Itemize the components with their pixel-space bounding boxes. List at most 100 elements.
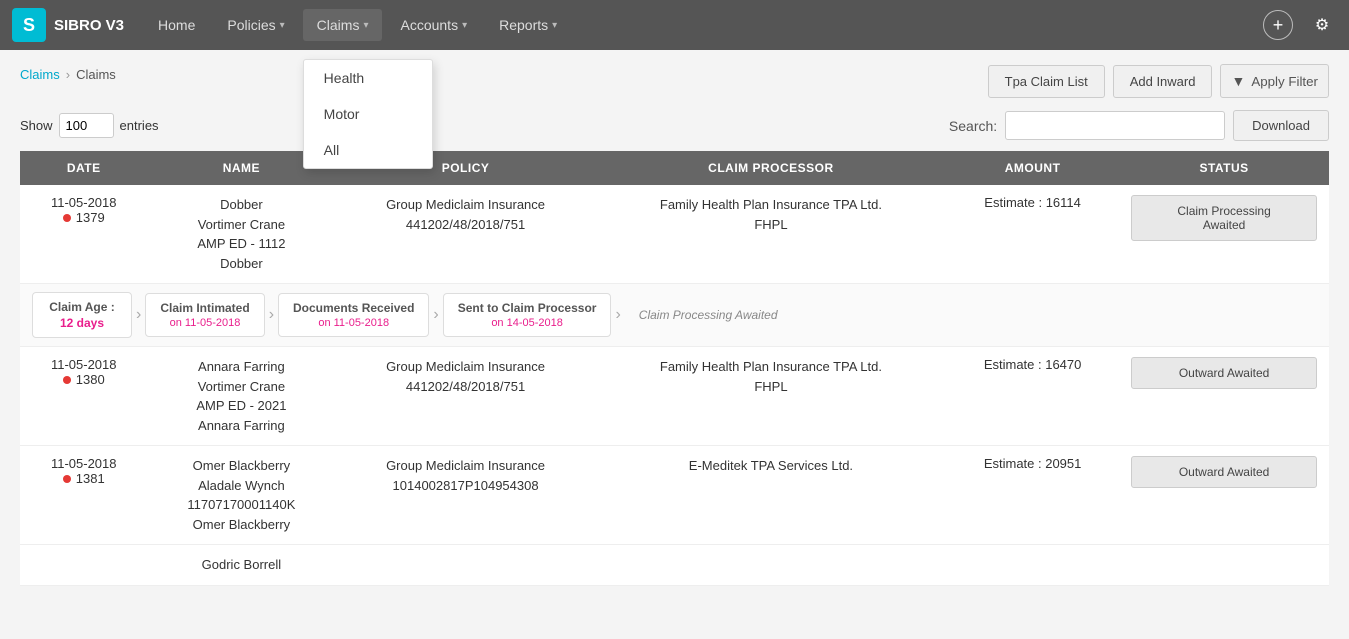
- nav-items: Home Policies ▾ Claims ▾ Health Motor Al…: [144, 9, 1263, 41]
- cell-name-4: Godric Borrell: [147, 545, 335, 586]
- table-row[interactable]: Godric Borrell: [20, 545, 1329, 586]
- nav-reports[interactable]: Reports ▾: [485, 9, 571, 41]
- nav-policies[interactable]: Policies ▾: [213, 9, 298, 41]
- step-sent-label: Sent to Claim Processor: [458, 301, 597, 315]
- cell-date-2: 11-05-2018 1380: [20, 347, 147, 446]
- step-intimated-label: Claim Intimated: [160, 301, 249, 315]
- red-dot-icon: [63, 475, 71, 483]
- status-badge-2: Outward Awaited: [1131, 357, 1317, 389]
- search-label: Search:: [949, 118, 997, 134]
- timeline-step-intimated: Claim Intimated on 11-05-2018: [145, 293, 264, 337]
- timeline-step-plain: Claim Processing Awaited: [625, 301, 792, 329]
- arrow-icon-1: ›: [132, 306, 145, 324]
- nav-right: + ⚙: [1263, 10, 1337, 40]
- nav-claims[interactable]: Claims ▾ Health Motor All: [303, 9, 383, 41]
- status-badge-1: Claim ProcessingAwaited: [1131, 195, 1317, 241]
- cell-name-3: Omer Blackberry Aladale Wynch 1170717000…: [147, 446, 335, 545]
- nav-reports-label: Reports: [499, 17, 548, 33]
- show-row: Show entries Search: Download: [20, 110, 1329, 141]
- accounts-arrow-icon: ▾: [462, 20, 467, 31]
- table-body: 11-05-2018 1379 Dobber Vortimer Crane AM…: [20, 185, 1329, 585]
- col-date: DATE: [20, 151, 147, 185]
- nav-claims-label: Claims: [317, 17, 360, 33]
- red-dot-icon: [63, 214, 71, 222]
- claims-dropdown: Health Motor All: [303, 59, 433, 169]
- tpa-claim-list-button[interactable]: Tpa Claim List: [988, 65, 1105, 98]
- table-row[interactable]: 11-05-2018 1381 Omer Blackberry Aladale …: [20, 446, 1329, 545]
- download-button[interactable]: Download: [1233, 110, 1329, 141]
- show-entries-left: Show entries: [20, 113, 159, 138]
- nav-policies-label: Policies: [227, 17, 275, 33]
- claims-dropdown-health[interactable]: Health: [304, 60, 432, 96]
- table-header: DATE NAME POLICY CLAIM PROCESSOR AMOUNT …: [20, 151, 1329, 185]
- add-inward-button[interactable]: Add Inward: [1113, 65, 1213, 98]
- brand-logo: S: [12, 8, 46, 42]
- search-input[interactable]: [1005, 111, 1225, 140]
- timeline-cell-1: Claim Age : 12 days › Claim Intimated on…: [20, 284, 1329, 347]
- step-docs-date: on 11-05-2018: [293, 317, 414, 329]
- toolbar-right: Tpa Claim List Add Inward ▼ Apply Filter: [988, 64, 1329, 98]
- cell-status-2: Outward Awaited: [1119, 347, 1329, 446]
- settings-icon-btn[interactable]: ⚙: [1307, 10, 1337, 40]
- claims-arrow-icon: ▾: [363, 20, 368, 31]
- step-sent-date: on 14-05-2018: [458, 317, 597, 329]
- cell-processor-3: E-Meditek TPA Services Ltd.: [596, 446, 946, 545]
- cell-processor-4: [596, 545, 946, 586]
- table-row[interactable]: 11-05-2018 1380 Annara Farring Vortimer …: [20, 347, 1329, 446]
- cell-policy-1: Group Mediclaim Insurance 441202/48/2018…: [335, 185, 595, 284]
- claims-dropdown-all[interactable]: All: [304, 132, 432, 168]
- cell-amount-4: [946, 545, 1119, 586]
- cell-processor-1: Family Health Plan Insurance TPA Ltd. FH…: [596, 185, 946, 284]
- table-expand-row-1: Claim Age : 12 days › Claim Intimated on…: [20, 284, 1329, 347]
- step-docs-label: Documents Received: [293, 301, 414, 315]
- nav-home[interactable]: Home: [144, 9, 209, 41]
- status-badge-3: Outward Awaited: [1131, 456, 1317, 488]
- claim-id-1: 1379: [32, 210, 135, 225]
- reports-arrow-icon: ▾: [552, 20, 557, 31]
- timeline-step-docs: Documents Received on 11-05-2018: [278, 293, 429, 337]
- claim-id-2: 1380: [32, 372, 135, 387]
- col-amount: AMOUNT: [946, 151, 1119, 185]
- cell-amount-2: Estimate : 16470: [946, 347, 1119, 446]
- add-icon-btn[interactable]: +: [1263, 10, 1293, 40]
- timeline-step-sent: Sent to Claim Processor on 14-05-2018: [443, 293, 612, 337]
- col-status: STATUS: [1119, 151, 1329, 185]
- cell-name-1: Dobber Vortimer Crane AMP ED - 1112 Dobb…: [147, 185, 335, 284]
- apply-filter-button[interactable]: ▼ Apply Filter: [1220, 64, 1329, 98]
- nav-accounts[interactable]: Accounts ▾: [386, 9, 481, 41]
- cell-amount-3: Estimate : 20951: [946, 446, 1119, 545]
- cell-policy-3: Group Mediclaim Insurance 1014002817P104…: [335, 446, 595, 545]
- cell-name-2: Annara Farring Vortimer Crane AMP ED - 2…: [147, 347, 335, 446]
- arrow-icon-4: ›: [611, 306, 624, 324]
- cell-status-4: [1119, 545, 1329, 586]
- cell-date-4: [20, 545, 147, 586]
- arrow-icon-2: ›: [265, 306, 278, 324]
- cell-policy-4: [335, 545, 595, 586]
- breadcrumb-claims-link[interactable]: Claims: [20, 67, 60, 82]
- brand-name: SIBRO V3: [54, 17, 124, 34]
- arrow-icon-3: ›: [429, 306, 442, 324]
- col-processor: CLAIM PROCESSOR: [596, 151, 946, 185]
- breadcrumb-current: Claims: [76, 67, 116, 82]
- step-intimated-date: on 11-05-2018: [160, 317, 249, 329]
- brand: S SIBRO V3: [12, 8, 124, 42]
- cell-amount-1: Estimate : 16114: [946, 185, 1119, 284]
- claims-dropdown-motor[interactable]: Motor: [304, 96, 432, 132]
- cell-status-1: Claim ProcessingAwaited: [1119, 185, 1329, 284]
- breadcrumb-separator: ›: [66, 67, 70, 82]
- entries-label: entries: [120, 118, 159, 133]
- filter-icon: ▼: [1231, 73, 1245, 89]
- table-row[interactable]: 11-05-2018 1379 Dobber Vortimer Crane AM…: [20, 185, 1329, 284]
- navbar: S SIBRO V3 Home Policies ▾ Claims ▾ Heal…: [0, 0, 1349, 50]
- cell-date-1: 11-05-2018 1379: [20, 185, 147, 284]
- nav-accounts-label: Accounts: [400, 17, 458, 33]
- show-label: Show: [20, 118, 53, 133]
- cell-status-3: Outward Awaited: [1119, 446, 1329, 545]
- apply-filter-label: Apply Filter: [1251, 74, 1318, 89]
- entries-input[interactable]: [59, 113, 114, 138]
- cell-date-3: 11-05-2018 1381: [20, 446, 147, 545]
- step-age-label: Claim Age :: [47, 300, 117, 314]
- search-right: Search: Download: [949, 110, 1329, 141]
- red-dot-icon: [63, 376, 71, 384]
- claims-table: DATE NAME POLICY CLAIM PROCESSOR AMOUNT …: [20, 151, 1329, 586]
